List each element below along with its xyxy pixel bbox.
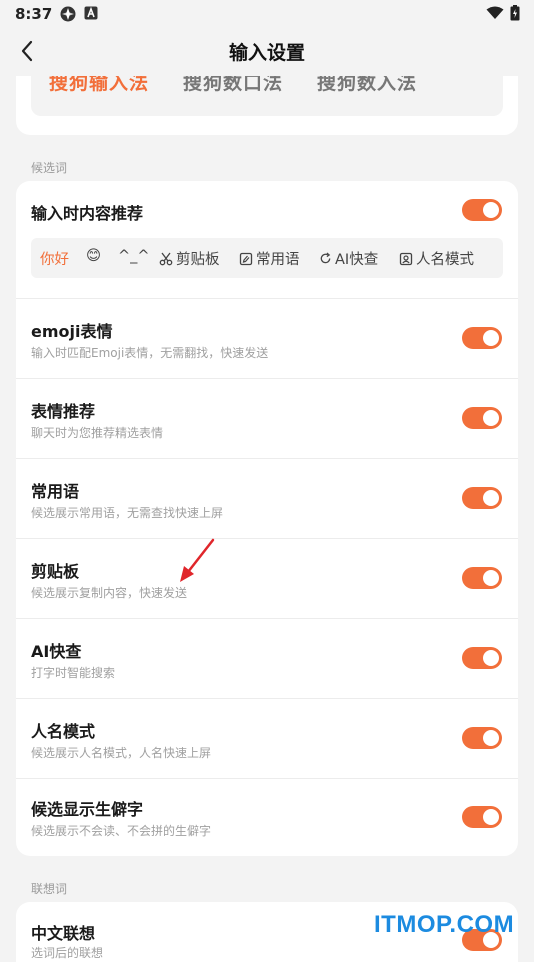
setting-title: 常用语: [31, 482, 80, 501]
setting-subtitle: 输入时匹配Emoji表情，无需翻找，快速发送: [31, 346, 269, 360]
person-card-icon: [399, 252, 413, 265]
section-label-association: 联想词: [31, 882, 68, 896]
setting-subtitle: 选词后的联想: [31, 946, 104, 960]
preview-phrases: 常用语: [239, 248, 300, 269]
section-label-candidates: 候选词: [31, 161, 68, 175]
status-time: 8:37: [15, 5, 53, 23]
refresh-search-icon: [320, 252, 331, 264]
toggle-knob: [483, 650, 499, 666]
setting-subtitle: 候选展示人名模式，人名快速上屏: [31, 746, 212, 760]
setting-title: emoji表情: [31, 322, 113, 341]
toggle-knob: [483, 730, 499, 746]
setting-title: 候选显示生僻字: [31, 800, 144, 819]
preview-clipboard: 剪贴板: [159, 248, 220, 269]
watermark-logo: ITMOP.COM: [374, 911, 515, 938]
setting-row-ai-search[interactable]: AI快查 打字时智能搜索: [16, 619, 518, 698]
setting-title: 输入时内容推荐: [31, 204, 144, 223]
nav-app-icon: [60, 6, 76, 22]
preview-name-mode: 人名模式: [399, 248, 474, 269]
page-title-overlay: 输入设置: [228, 42, 305, 64]
toggle-rare-chars[interactable]: [462, 806, 502, 828]
setting-row-common-phrases[interactable]: 常用语 候选展示常用语，无需查找快速上屏: [16, 459, 518, 538]
a-badge-icon: [84, 6, 98, 20]
battery-icon: [510, 5, 520, 21]
setting-title: AI快查: [31, 642, 82, 661]
toggle-name-mode[interactable]: [462, 727, 502, 749]
setting-title: 人名模式: [31, 722, 96, 741]
setting-title: 中文联想: [31, 924, 96, 943]
setting-title: 剪贴板: [31, 562, 80, 581]
setting-subtitle: 候选展示不会读、不会拼的生僻字: [31, 824, 212, 838]
setting-subtitle: 打字时智能搜索: [31, 666, 116, 680]
setting-row-content-recommend[interactable]: 输入时内容推荐 你好 😊 ^_^ 剪贴板 常用语 AI快查 人名模式: [16, 181, 518, 298]
toggle-knob: [483, 809, 499, 825]
setting-row-rare-chars[interactable]: 候选显示生僻字 候选展示不会读、不会拼的生僻字: [16, 779, 518, 856]
setting-row-sticker-recommend[interactable]: 表情推荐 聊天时为您推荐精选表情: [16, 379, 518, 458]
setting-subtitle: 候选展示复制内容，快速发送: [31, 586, 188, 600]
preview-ai-search-label: AI快查: [335, 252, 379, 268]
toggle-clipboard[interactable]: [462, 567, 502, 589]
scissors-icon: [159, 252, 173, 265]
status-bar: 8:37: [0, 0, 534, 28]
toggle-knob: [483, 202, 499, 218]
setting-title: 表情推荐: [31, 402, 96, 421]
candidate-preview-bar: 你好 😊 ^_^ 剪贴板 常用语 AI快查 人名模式: [31, 238, 503, 278]
candidates-card: 输入时内容推荐 你好 😊 ^_^ 剪贴板 常用语 AI快查 人名模式 emoji…: [16, 181, 518, 856]
preview-candidate-hello: 你好: [40, 252, 69, 268]
phrase-note-icon: [239, 252, 253, 265]
preview-name-mode-label: 人名模式: [416, 252, 474, 268]
preview-clipboard-label: 剪贴板: [176, 252, 220, 268]
setting-row-name-mode[interactable]: 人名模式 候选展示人名模式，人名快速上屏: [16, 699, 518, 778]
toggle-knob: [483, 570, 499, 586]
toggle-sticker-recommend[interactable]: [462, 407, 502, 429]
nav-bar-foreground: 输入设置: [0, 28, 534, 74]
setting-row-clipboard[interactable]: 剪贴板 候选展示复制内容，快速发送: [16, 539, 518, 618]
toggle-knob: [483, 490, 499, 506]
toggle-common-phrases[interactable]: [462, 487, 502, 509]
toggle-emoji[interactable]: [462, 327, 502, 349]
setting-subtitle: 候选展示常用语，无需查找快速上屏: [31, 506, 224, 520]
setting-row-emoji[interactable]: emoji表情 输入时匹配Emoji表情，无需翻找，快速发送: [16, 299, 518, 378]
toggle-knob: [483, 410, 499, 426]
setting-subtitle: 聊天时为您推荐精选表情: [31, 426, 164, 440]
wifi-icon: [486, 6, 504, 19]
toggle-content-recommend[interactable]: [462, 199, 502, 221]
toggle-knob: [483, 330, 499, 346]
preview-smile-emoji: 😊: [86, 248, 102, 264]
preview-kaomoji: ^_^: [118, 248, 150, 264]
toggle-ai-search[interactable]: [462, 647, 502, 669]
preview-ai-search: AI快查: [319, 248, 378, 269]
preview-phrases-label: 常用语: [256, 252, 300, 268]
